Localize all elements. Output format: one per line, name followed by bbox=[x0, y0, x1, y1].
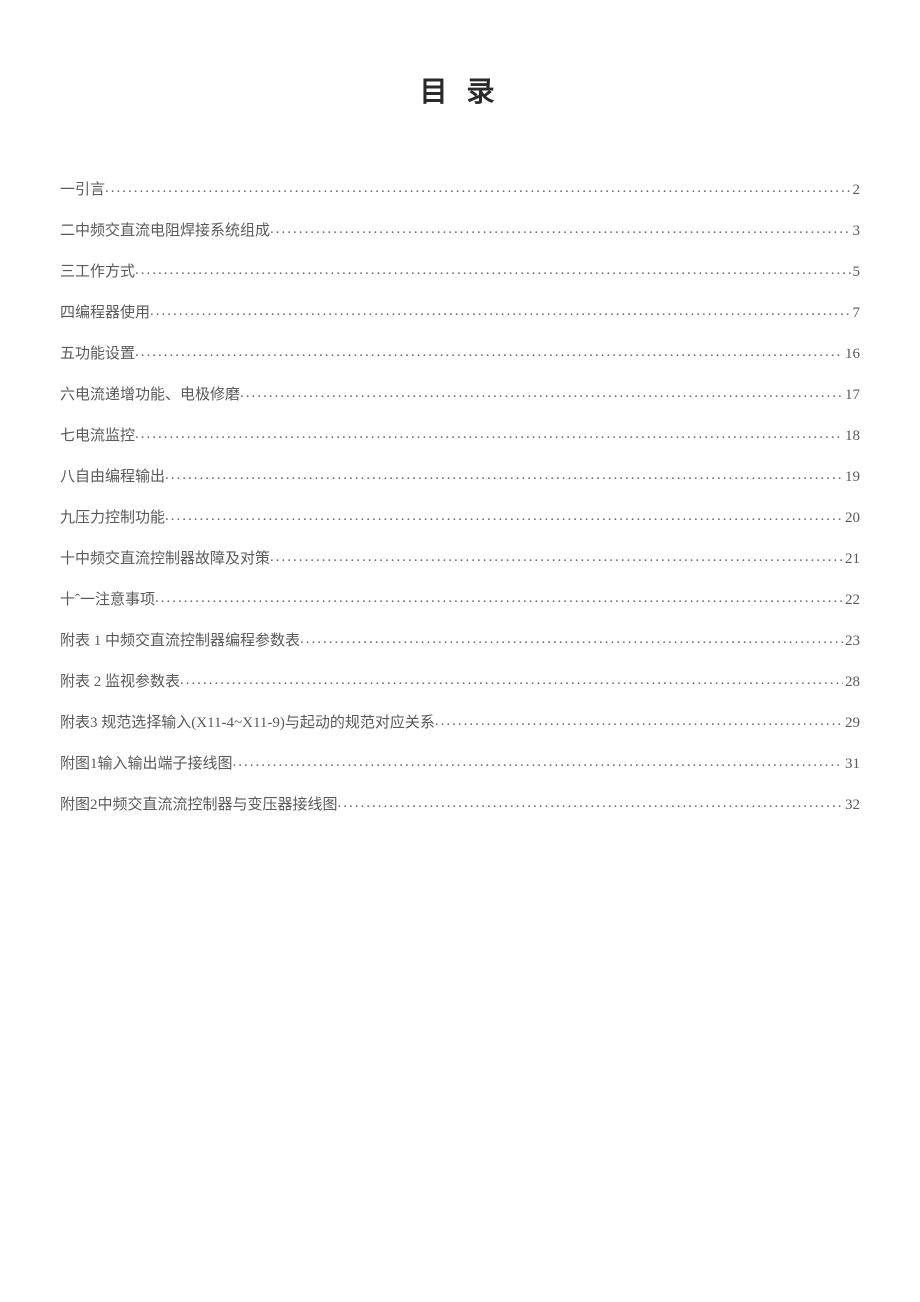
toc-label: 八自由编程输出 bbox=[60, 467, 165, 488]
toc-label: 四编程器使用 bbox=[60, 303, 150, 324]
toc-leader-dots bbox=[165, 506, 843, 527]
toc-label: 十ˆ一注意事项 bbox=[60, 590, 155, 611]
toc-leader-dots bbox=[338, 793, 843, 814]
toc-page-number: 5 bbox=[851, 262, 861, 283]
toc-entry: 七电流监控 18 bbox=[60, 426, 860, 447]
toc-page-number: 21 bbox=[843, 549, 860, 570]
toc-entry: 附表 1 中频交直流控制器编程参数表 23 bbox=[60, 631, 860, 652]
toc-entry: 九压力控制功能 20 bbox=[60, 508, 860, 529]
toc-leader-dots bbox=[165, 465, 843, 486]
toc-page-number: 28 bbox=[843, 672, 860, 693]
toc-entry: 四编程器使用 7 bbox=[60, 303, 860, 324]
toc-leader-dots bbox=[270, 547, 843, 568]
toc-label: 十中频交直流控制器故障及对策 bbox=[60, 549, 270, 570]
toc-leader-dots bbox=[270, 219, 850, 240]
toc-entry: 附表 2 监视参数表 28 bbox=[60, 672, 860, 693]
toc-entry: 附表3 规范选择输入(X11-4~X11-9)与起动的规范对应关系 29 bbox=[60, 713, 860, 734]
toc-leader-dots bbox=[180, 670, 843, 691]
page-title: 目 录 bbox=[60, 70, 860, 110]
toc-page-number: 7 bbox=[851, 303, 861, 324]
toc-label: 六电流递增功能、电极修磨 bbox=[60, 385, 240, 406]
toc-entry: 一引言 2 bbox=[60, 180, 860, 201]
toc-entry: 附图1输入输出端子接线图 31 bbox=[60, 754, 860, 775]
toc-entry: 二中频交直流电阻焊接系统组成 3 bbox=[60, 221, 860, 242]
toc-leader-dots bbox=[240, 383, 843, 404]
toc-page-number: 29 bbox=[843, 713, 860, 734]
toc-leader-dots bbox=[150, 301, 850, 322]
toc-entry: 六电流递增功能、电极修磨 17 bbox=[60, 385, 860, 406]
toc-leader-dots bbox=[105, 178, 850, 199]
toc-page-number: 23 bbox=[843, 631, 860, 652]
toc-label: 九压力控制功能 bbox=[60, 508, 165, 529]
toc-page-number: 19 bbox=[843, 467, 860, 488]
toc-label: 附图1输入输出端子接线图 bbox=[60, 754, 233, 775]
toc-page-number: 17 bbox=[843, 385, 860, 406]
toc-page-number: 2 bbox=[851, 180, 861, 201]
toc-entry: 十中频交直流控制器故障及对策 21 bbox=[60, 549, 860, 570]
toc-leader-dots bbox=[135, 424, 843, 445]
toc-entry: 附图2中频交直流流控制器与变压器接线图 32 bbox=[60, 795, 860, 816]
toc-page-number: 3 bbox=[851, 221, 861, 242]
toc-leader-dots bbox=[300, 629, 843, 650]
toc-page-number: 22 bbox=[843, 590, 860, 611]
toc-label: 附表 1 中频交直流控制器编程参数表 bbox=[60, 631, 300, 652]
toc-label: 三工作方式 bbox=[60, 262, 135, 283]
toc-leader-dots bbox=[155, 588, 843, 609]
toc-entry: 五功能设置 16 bbox=[60, 344, 860, 365]
toc-leader-dots bbox=[233, 752, 843, 773]
toc-page-number: 20 bbox=[843, 508, 860, 529]
toc-page-number: 18 bbox=[843, 426, 860, 447]
toc-entry: 三工作方式 5 bbox=[60, 262, 860, 283]
toc-page-number: 16 bbox=[843, 344, 860, 365]
toc-label: 七电流监控 bbox=[60, 426, 135, 447]
toc-entry: 八自由编程输出 19 bbox=[60, 467, 860, 488]
toc-page-number: 31 bbox=[843, 754, 860, 775]
toc-label: 附图2中频交直流流控制器与变压器接线图 bbox=[60, 795, 338, 816]
toc-leader-dots bbox=[135, 260, 850, 281]
toc-entry: 十ˆ一注意事项 22 bbox=[60, 590, 860, 611]
toc-leader-dots bbox=[135, 342, 843, 363]
toc-label: 附表3 规范选择输入(X11-4~X11-9)与起动的规范对应关系 bbox=[60, 713, 435, 734]
table-of-contents: 一引言 2 二中频交直流电阻焊接系统组成 3 三工作方式 5 四编程器使用 7 … bbox=[60, 180, 860, 816]
toc-label: 五功能设置 bbox=[60, 344, 135, 365]
toc-label: 二中频交直流电阻焊接系统组成 bbox=[60, 221, 270, 242]
toc-leader-dots bbox=[435, 711, 843, 732]
toc-label: 附表 2 监视参数表 bbox=[60, 672, 180, 693]
toc-page-number: 32 bbox=[843, 795, 860, 816]
toc-label: 一引言 bbox=[60, 180, 105, 201]
